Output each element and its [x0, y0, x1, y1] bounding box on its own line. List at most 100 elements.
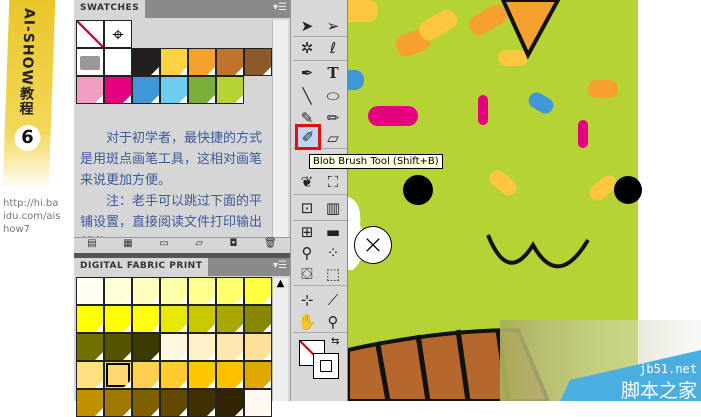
panel-menu-icon[interactable]: ▾☰ — [273, 260, 287, 271]
warp-tool-icon[interactable]: ❦ — [295, 172, 319, 192]
mesh-tool-icon[interactable]: ⊞ — [295, 222, 319, 242]
line-tool-icon[interactable]: ╲ — [295, 86, 319, 106]
fabric-swatch[interactable] — [216, 305, 244, 333]
swatch[interactable] — [188, 48, 216, 76]
blend-tool-icon[interactable]: ⁘ — [321, 243, 345, 263]
artboard-tool-icon[interactable]: ⊹ — [295, 290, 319, 310]
fabric-swatch[interactable] — [104, 305, 132, 333]
eraser-tool-icon[interactable]: ▱ — [321, 128, 345, 148]
fabric-swatch[interactable] — [160, 389, 188, 417]
fabric-swatch[interactable] — [76, 305, 104, 333]
tutorial-note: 对于初学者，最快捷的方式是用斑点画笔工具，这相对画笔来说更加方便。 注：老手可以… — [80, 128, 270, 254]
fabric-swatch[interactable] — [216, 389, 244, 417]
fabric-swatch[interactable] — [104, 333, 132, 361]
swatches-scrollbar[interactable] — [272, 20, 288, 237]
tool-tooltip: Blob Brush Tool (Shift+B) — [309, 154, 443, 169]
color-group-folder-icon[interactable] — [76, 48, 104, 76]
fabric-swatch[interactable] — [244, 389, 272, 417]
eye — [614, 176, 642, 204]
fabric-swatch[interactable] — [76, 333, 104, 361]
watermark: jb51.net 脚本之家 — [500, 320, 701, 402]
stroke-swatch[interactable] — [313, 353, 339, 379]
fabric-swatch[interactable] — [188, 333, 216, 361]
fabric-swatch[interactable] — [216, 333, 244, 361]
show-kinds-icon[interactable]: ▦ — [123, 238, 132, 253]
fabric-swatch[interactable] — [104, 389, 132, 417]
fabric-swatch[interactable] — [160, 305, 188, 333]
new-swatch-icon[interactable]: ◘ — [230, 238, 238, 253]
fabric-scrollbar[interactable]: ▲ — [272, 278, 288, 401]
zoom-tool-icon[interactable]: ⚲ — [321, 312, 345, 332]
fabric-swatch[interactable] — [216, 277, 244, 305]
fabric-swatch[interactable] — [160, 333, 188, 361]
selection-tool-icon[interactable]: ➤ — [295, 16, 319, 36]
fabric-swatch[interactable] — [244, 361, 272, 389]
fabric-swatch[interactable] — [244, 277, 272, 305]
graph-tool-icon[interactable]: ▥ — [321, 198, 345, 218]
swatch[interactable] — [104, 76, 132, 104]
fabric-swatch[interactable] — [132, 333, 160, 361]
swatch-libraries-icon[interactable]: ▤ — [87, 238, 96, 253]
swatch[interactable] — [76, 76, 104, 104]
panel-menu-icon[interactable]: ▾☰ — [273, 2, 287, 13]
fabric-swatch[interactable] — [160, 277, 188, 305]
tab-swatches[interactable]: SWATCHES — [74, 0, 146, 18]
series-title: AI-SHOW教程 — [17, 8, 38, 116]
swatch[interactable] — [216, 48, 244, 76]
delete-swatch-icon[interactable]: 🗑 — [264, 238, 277, 253]
swatch-options-icon[interactable]: ▭ — [159, 238, 168, 253]
fabric-swatch[interactable] — [132, 277, 160, 305]
tools-panel: ➤ ➢ ✲ ℓ ✒ T ╲ ⬭ ✎ ✏ ✐ ▱ ❦ ⛶ ⊡ ▥ ⊞ ▬ ⚲ ⁘ … — [290, 0, 348, 401]
fabric-swatch[interactable] — [188, 361, 216, 389]
fabric-swatch[interactable] — [76, 277, 104, 305]
hand-tool-icon[interactable]: ✋ — [295, 312, 319, 332]
sprinkle — [498, 50, 528, 66]
ellipse-tool-icon[interactable]: ⬭ — [321, 86, 345, 106]
tab-digital-fabric-print[interactable]: DIGITAL FABRIC PRINT — [74, 258, 209, 276]
magic-wand-tool-icon[interactable]: ✲ — [295, 38, 319, 58]
new-color-group-icon[interactable]: ▱ — [195, 238, 203, 253]
symbol-sprayer-tool-icon[interactable]: ⊡ — [295, 198, 319, 218]
swatch-registration[interactable]: ⌖ — [104, 20, 132, 48]
swatch[interactable] — [104, 48, 132, 76]
pen-tool-icon[interactable]: ✒ — [295, 63, 319, 83]
fabric-swatch[interactable] — [244, 333, 272, 361]
swatch-none[interactable] — [76, 20, 104, 48]
eyedropper-tool-icon[interactable]: ⚲ — [295, 243, 319, 263]
fabric-swatch[interactable] — [188, 305, 216, 333]
swap-colors-icon[interactable]: ⇆ — [331, 336, 339, 347]
live-paint-selection-icon[interactable]: ⬚ — [321, 264, 345, 284]
pencil-tool-icon[interactable]: ✏ — [321, 108, 345, 128]
fabric-swatch[interactable] — [188, 389, 216, 417]
lasso-tool-icon[interactable]: ℓ — [321, 38, 345, 58]
swatch[interactable] — [244, 48, 272, 76]
swatch[interactable] — [216, 76, 244, 104]
live-paint-bucket-icon[interactable]: ⛋ — [295, 264, 319, 284]
gradient-tool-icon[interactable]: ▬ — [321, 222, 345, 242]
blob-brush-tool-icon[interactable]: ✐ — [295, 124, 321, 150]
fabric-swatch[interactable] — [160, 361, 188, 389]
type-tool-icon[interactable]: T — [321, 63, 345, 83]
direct-selection-tool-icon[interactable]: ➢ — [321, 16, 345, 36]
fabric-swatch[interactable] — [76, 389, 104, 417]
swatch[interactable] — [188, 76, 216, 104]
episode-number: 6 — [14, 125, 41, 151]
swatches-tabbar: SWATCHES ▾☰ — [74, 0, 290, 18]
swatch[interactable] — [132, 76, 160, 104]
fabric-swatch[interactable] — [216, 361, 244, 389]
swatch[interactable] — [132, 48, 160, 76]
slice-tool-icon[interactable]: ⟋ — [321, 290, 345, 310]
fabric-swatch[interactable] — [132, 361, 160, 389]
fabric-swatch[interactable] — [132, 305, 160, 333]
free-transform-tool-icon[interactable]: ⛶ — [321, 172, 345, 192]
panels-dock: SWATCHES ▾☰ ⌖ 对于初学者，最快捷的方式是用斑点画笔工具，这相对画笔… — [74, 0, 290, 417]
fabric-swatch[interactable] — [76, 361, 104, 389]
fabric-swatch-selected[interactable] — [104, 361, 132, 389]
fabric-swatch[interactable] — [244, 305, 272, 333]
fabric-swatch[interactable] — [188, 277, 216, 305]
swatch[interactable] — [160, 76, 188, 104]
fabric-swatch[interactable] — [104, 277, 132, 305]
swatches-panel: ⌖ 对于初学者，最快捷的方式是用斑点画笔工具，这相对画笔来说更加方便。 注：老手… — [74, 18, 290, 253]
fabric-swatch[interactable] — [132, 389, 160, 417]
swatch[interactable] — [160, 48, 188, 76]
